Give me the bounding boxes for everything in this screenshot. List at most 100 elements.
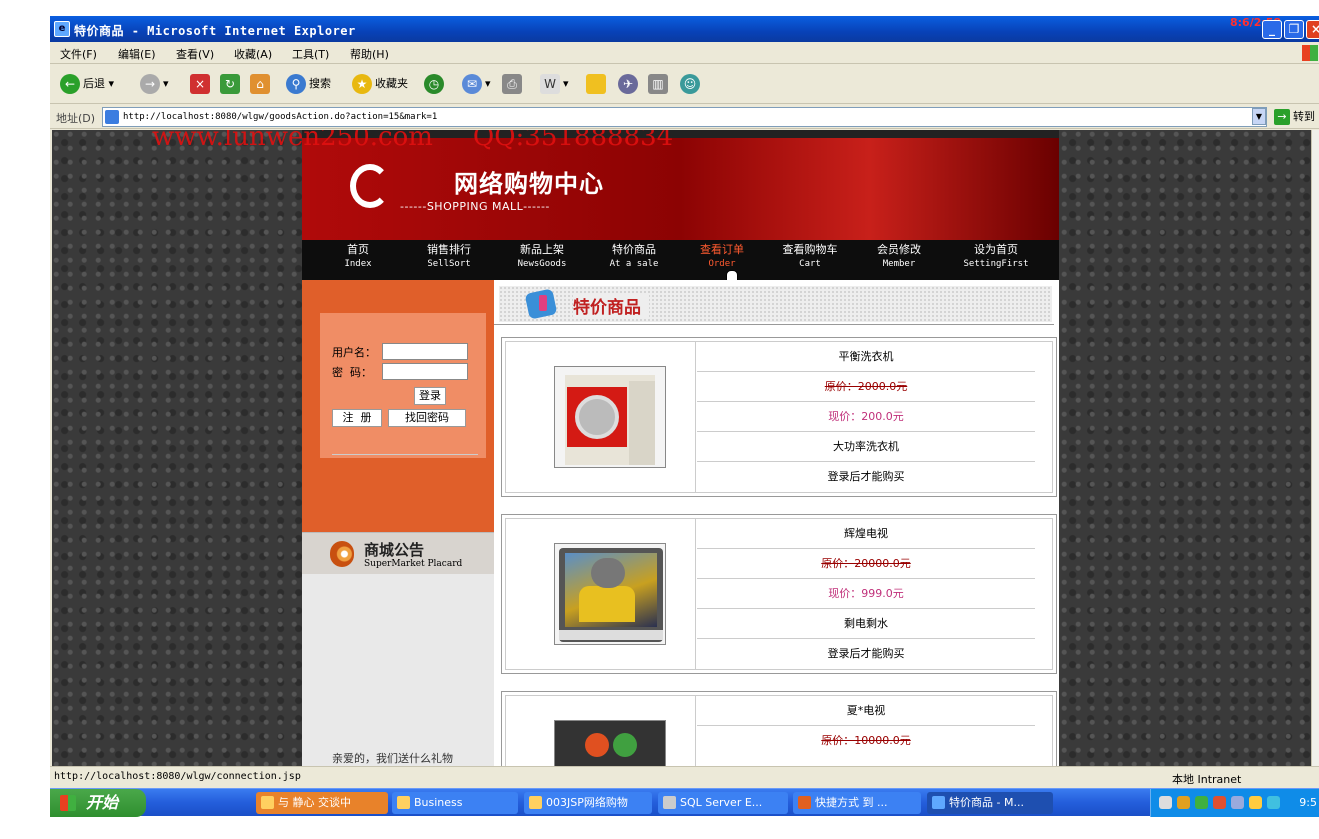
menu-help[interactable]: 帮助(H)	[350, 46, 389, 62]
tray-icon[interactable]	[1249, 796, 1262, 809]
books-icon: ▥	[648, 74, 668, 94]
tray-icon[interactable]	[1231, 796, 1244, 809]
menu-tools[interactable]: 工具(T)	[292, 46, 329, 62]
menu-view[interactable]: 查看(V)	[176, 46, 214, 62]
washing-machine-image[interactable]	[554, 366, 666, 468]
login-button[interactable]: 登录	[414, 387, 446, 405]
history-icon: ◷	[424, 74, 444, 94]
product-image-cell	[506, 519, 696, 669]
sale-price: 现价：999.0元	[697, 579, 1035, 609]
security-zone: 本地 Intranet	[1172, 773, 1242, 786]
task-jsp-folder[interactable]: 003JSP网络购物	[524, 792, 652, 814]
nav-index[interactable]: 首页 Index	[318, 243, 398, 271]
nav-cart[interactable]: 查看购物车 Cart	[770, 243, 850, 271]
nav-order[interactable]: 查看订单 Order	[682, 243, 762, 271]
section-divider	[494, 324, 1054, 325]
status-bar: http://localhost:8080/wlgw/connection.js…	[50, 766, 1319, 788]
task-chat[interactable]: 与 静心 交谈中	[256, 792, 388, 814]
product-card: 平衡洗衣机 原价：2000.0元 现价：200.0元 大功率洗衣机 登录后才能购…	[501, 337, 1057, 497]
tv-image[interactable]	[554, 720, 666, 766]
nav-sellsort-zh: 销售排行	[427, 243, 471, 256]
register-button[interactable]: 注 册	[332, 409, 382, 427]
start-button[interactable]: 开始	[50, 789, 146, 817]
menu-edit[interactable]: 编辑(E)	[118, 46, 156, 62]
notice-text[interactable]: 亲爱的，我们送什么礼物	[332, 750, 453, 766]
nav-cart-zh: 查看购物车	[782, 243, 838, 256]
product-image-cell	[506, 342, 696, 492]
print-button[interactable]: ⎙	[502, 73, 525, 95]
search-icon: ⚲	[286, 74, 306, 94]
back-button[interactable]: ← 后退 ▾	[60, 73, 114, 95]
nav-order-en: Order	[708, 259, 736, 269]
back-label: 后退	[83, 77, 105, 90]
tray-icon[interactable]	[1195, 796, 1208, 809]
nav-cart-en: Cart	[799, 259, 821, 269]
folder-icon	[397, 796, 410, 809]
address-dropdown[interactable]: ▼	[1252, 108, 1266, 125]
menu-favorites[interactable]: 收藏(A)	[234, 46, 272, 62]
home-icon: ⌂	[250, 74, 270, 94]
product-info: 辉煌电视 原价：20000.0元 现价：999.0元 剩电剩水 登录后才能购买	[697, 519, 1035, 669]
history-button[interactable]: ◷	[424, 73, 447, 95]
go-button[interactable]: → 转到	[1274, 108, 1319, 126]
contacts-button[interactable]: ☺	[680, 73, 703, 95]
address-bar: 地址(D) http://localhost:8080/wlgw/goodsAc…	[50, 105, 1319, 129]
forward-button[interactable]: → ▾	[140, 73, 169, 95]
tv-image[interactable]	[554, 543, 666, 645]
task-sql-server[interactable]: SQL Server E...	[658, 792, 788, 814]
mail-icon: ✉	[462, 74, 482, 94]
task-ie-label: 特价商品 - M...	[949, 796, 1024, 809]
stop-button[interactable]: ×	[190, 73, 213, 95]
tray-icon[interactable]	[1159, 796, 1172, 809]
title-bar[interactable]: e 特价商品 - Microsoft Internet Explorer 8:6…	[50, 16, 1319, 42]
notice-title: 商城公告	[364, 541, 425, 559]
product-image-cell	[506, 696, 696, 766]
menu-bar: 文件(F) 编辑(E) 查看(V) 收藏(A) 工具(T) 帮助(H)	[50, 42, 1319, 64]
nav-settingfirst-en: SettingFirst	[963, 259, 1029, 269]
home-button[interactable]: ⌂	[250, 73, 273, 95]
product-description: 大功率洗衣机	[697, 432, 1035, 462]
page-viewport: 网络购物中心 ------SHOPPING MALL------ 首页 Index…	[52, 130, 1311, 766]
recover-password-button[interactable]: 找回密码	[388, 409, 466, 427]
tv-screen	[565, 729, 657, 766]
tray-icon[interactable]	[1177, 796, 1190, 809]
username-input[interactable]	[382, 343, 468, 360]
nav-settingfirst[interactable]: 设为首页 SettingFirst	[956, 243, 1036, 271]
task-business-label: Business	[414, 796, 463, 809]
favorites-button[interactable]: ★ 收藏夹	[352, 73, 408, 95]
nav-member-zh: 会员修改	[877, 243, 921, 256]
original-price: 原价：20000.0元	[697, 549, 1035, 579]
stop-icon: ×	[190, 74, 210, 94]
task-ie-sale[interactable]: 特价商品 - M...	[927, 792, 1053, 814]
tray-icon[interactable]	[1213, 796, 1226, 809]
product-name[interactable]: 辉煌电视	[697, 519, 1035, 549]
tray-icon[interactable]	[1267, 796, 1280, 809]
address-input[interactable]: http://localhost:8080/wlgw/goodsAction.d…	[102, 107, 1267, 127]
refresh-button[interactable]: ↻	[220, 73, 243, 95]
nav-sale[interactable]: 特价商品 At a sale	[594, 243, 674, 271]
menu-file[interactable]: 文件(F)	[60, 46, 97, 62]
site-title: 网络购物中心	[454, 170, 604, 198]
section-title: 特价商品	[573, 293, 649, 318]
product-name[interactable]: 平衡洗衣机	[697, 342, 1035, 372]
edit-button[interactable]: W ▾	[540, 73, 569, 95]
product-description: 剩电剩水	[697, 609, 1035, 639]
toolbar: ← 后退 ▾ → ▾ × ↻ ⌂ ⚲ 搜索 ★ 收藏夹 ◷ ✉ ▾ ⎙ W ▾ ✈ ▥ ☺	[50, 64, 1319, 104]
vertical-scrollbar[interactable]	[1311, 130, 1319, 766]
task-shortcut[interactable]: 快捷方式 到 ...	[793, 792, 921, 814]
nav-member[interactable]: 会员修改 Member	[859, 243, 939, 271]
research-button[interactable]: ▥	[648, 73, 671, 95]
password-input[interactable]	[382, 363, 468, 380]
nav-newsgoods[interactable]: 新品上架 NewsGoods	[502, 243, 582, 271]
search-button[interactable]: ⚲ 搜索	[286, 73, 331, 95]
discuss-button[interactable]	[586, 73, 609, 95]
restore-button[interactable]: ❐	[1284, 20, 1304, 39]
nav-member-en: Member	[882, 259, 916, 269]
messenger-button[interactable]: ✈	[618, 73, 641, 95]
product-name[interactable]: 夏*电视	[697, 696, 1035, 726]
minimize-button[interactable]: _	[1262, 20, 1282, 39]
mail-button[interactable]: ✉ ▾	[462, 73, 491, 95]
nav-sellsort[interactable]: 销售排行 SellSort	[409, 243, 489, 271]
task-business[interactable]: Business	[392, 792, 518, 814]
close-button[interactable]: ×	[1306, 20, 1319, 39]
